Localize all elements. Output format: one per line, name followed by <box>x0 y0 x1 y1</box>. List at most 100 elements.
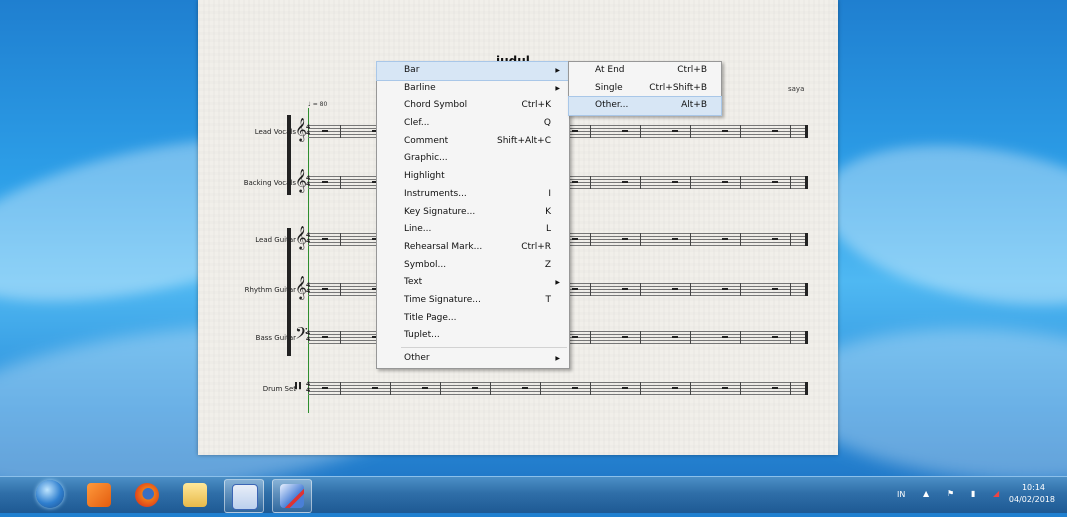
barline[interactable] <box>640 331 641 344</box>
menu-item[interactable]: Other ▶ <box>377 350 569 368</box>
rest-icon[interactable] <box>572 181 578 183</box>
rest-icon[interactable] <box>572 336 578 338</box>
instrument-name[interactable]: Rhythm Guitar <box>208 286 296 294</box>
rest-icon[interactable] <box>772 238 778 240</box>
rest-icon[interactable] <box>622 181 628 183</box>
barline[interactable] <box>740 125 741 138</box>
rest-icon[interactable] <box>772 336 778 338</box>
rest-icon[interactable] <box>322 387 328 389</box>
menu-item[interactable]: Comment Shift+Alt+C <box>377 133 569 151</box>
barline[interactable] <box>740 233 741 246</box>
barline[interactable] <box>740 176 741 189</box>
score-composer[interactable]: saya <box>788 85 804 93</box>
menu-item[interactable]: Line... L <box>377 221 569 239</box>
barline[interactable] <box>690 283 691 296</box>
rest-icon[interactable] <box>722 238 728 240</box>
media-player-button[interactable] <box>80 479 118 511</box>
barline[interactable] <box>590 176 591 189</box>
sibelius-button[interactable] <box>272 479 312 513</box>
show-hidden-icons-icon[interactable]: ▲ <box>923 489 929 498</box>
menu-item[interactable]: Other... Alt+B <box>568 96 722 117</box>
instrument-name[interactable]: Lead Vocals <box>208 128 296 136</box>
barline[interactable] <box>740 382 741 395</box>
menu-item[interactable]: Bar ▶ <box>376 61 570 81</box>
rest-icon[interactable] <box>672 130 678 132</box>
rest-icon[interactable] <box>522 387 528 389</box>
barline[interactable] <box>590 382 591 395</box>
rest-icon[interactable] <box>672 288 678 290</box>
rest-icon[interactable] <box>422 387 428 389</box>
barline[interactable] <box>590 233 591 246</box>
menu-item[interactable]: Rehearsal Mark... Ctrl+R <box>377 239 569 257</box>
barline[interactable] <box>690 176 691 189</box>
menu-item[interactable]: Chord Symbol Ctrl+K <box>377 97 569 115</box>
menu-item[interactable]: At End Ctrl+B <box>569 62 721 80</box>
instrument-name[interactable]: Lead Guitar <box>208 236 296 244</box>
clock-date[interactable]: 04/02/2018 <box>1009 495 1055 504</box>
barline[interactable] <box>340 331 341 344</box>
rest-icon[interactable] <box>622 336 628 338</box>
rest-icon[interactable] <box>472 387 478 389</box>
rest-icon[interactable] <box>672 181 678 183</box>
barline[interactable] <box>590 125 591 138</box>
rest-icon[interactable] <box>572 130 578 132</box>
start-button[interactable] <box>36 480 64 508</box>
clock-time[interactable]: 10:14 <box>1022 483 1045 492</box>
rest-icon[interactable] <box>672 387 678 389</box>
menu-item[interactable]: Single Ctrl+Shift+B <box>569 80 721 98</box>
rest-icon[interactable] <box>722 387 728 389</box>
network-icon[interactable]: ◢ <box>993 489 999 498</box>
rest-icon[interactable] <box>622 288 628 290</box>
barline[interactable] <box>340 233 341 246</box>
barline[interactable] <box>790 283 791 296</box>
rest-icon[interactable] <box>572 238 578 240</box>
rest-icon[interactable] <box>322 288 328 290</box>
rest-icon[interactable] <box>322 130 328 132</box>
barline[interactable] <box>640 283 641 296</box>
rest-icon[interactable] <box>622 387 628 389</box>
rest-icon[interactable] <box>322 181 328 183</box>
time-signature[interactable]: 44 <box>306 382 310 394</box>
instrument-name[interactable]: Backing Vocals <box>208 179 296 187</box>
rest-icon[interactable] <box>722 130 728 132</box>
language-indicator[interactable]: IN <box>897 490 905 499</box>
menu-item[interactable]: Title Page... <box>377 310 569 328</box>
menu-item[interactable]: Barline ▶ <box>377 80 569 98</box>
barline[interactable] <box>690 382 691 395</box>
barline[interactable] <box>740 331 741 344</box>
barline[interactable] <box>740 283 741 296</box>
rest-icon[interactable] <box>572 288 578 290</box>
time-signature[interactable]: 44 <box>306 233 310 245</box>
tempo-marking[interactable]: ♩ = 80 <box>308 101 327 108</box>
barline[interactable] <box>790 125 791 138</box>
rest-icon[interactable] <box>722 181 728 183</box>
battery-icon[interactable]: ▮ <box>971 489 975 498</box>
menu-item[interactable]: Clef... Q <box>377 115 569 133</box>
barline[interactable] <box>640 176 641 189</box>
rest-icon[interactable] <box>772 387 778 389</box>
barline[interactable] <box>390 382 391 395</box>
rest-icon[interactable] <box>322 238 328 240</box>
menu-item[interactable]: Instruments... I <box>377 186 569 204</box>
barline[interactable] <box>440 382 441 395</box>
barline[interactable] <box>590 283 591 296</box>
barline[interactable] <box>490 382 491 395</box>
time-signature[interactable]: 44 <box>306 176 310 188</box>
rest-icon[interactable] <box>722 336 728 338</box>
rest-icon[interactable] <box>772 130 778 132</box>
firefox-button[interactable] <box>128 479 166 511</box>
barline[interactable] <box>690 233 691 246</box>
barline[interactable] <box>640 233 641 246</box>
word-button[interactable] <box>224 479 264 513</box>
barline[interactable] <box>340 176 341 189</box>
menu-item[interactable]: Tuplet... <box>377 327 569 345</box>
barline[interactable] <box>790 176 791 189</box>
barline[interactable] <box>790 382 791 395</box>
barline[interactable] <box>340 283 341 296</box>
barline[interactable] <box>690 331 691 344</box>
barline[interactable] <box>790 233 791 246</box>
context-menu[interactable]: Bar ▶ Barline ▶ Chord Symbol Ctrl+K Clef... Q Co… <box>376 61 570 369</box>
rest-icon[interactable] <box>722 288 728 290</box>
barline[interactable] <box>540 382 541 395</box>
time-signature[interactable]: 44 <box>306 283 310 295</box>
